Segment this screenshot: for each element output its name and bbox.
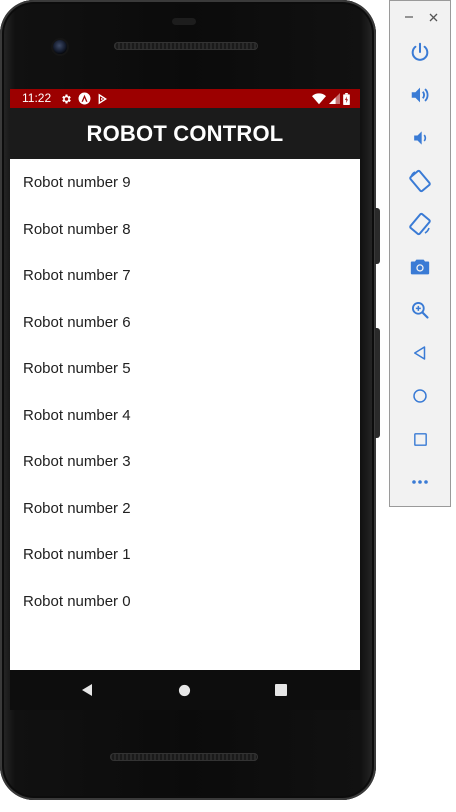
robot-list-item[interactable]: Robot number 9: [10, 159, 360, 206]
overview-button[interactable]: [406, 425, 434, 453]
minimize-icon: [405, 16, 413, 18]
status-notification-icons: [60, 91, 108, 106]
robot-list-item[interactable]: Robot number 5: [10, 345, 360, 392]
hardware-volume-rocker[interactable]: [375, 328, 380, 438]
rotate-left-button[interactable]: [406, 167, 434, 195]
battery-icon: [343, 92, 350, 105]
settings-icon: [62, 94, 71, 103]
navigation-bar: [10, 670, 360, 710]
recents-icon: [275, 684, 287, 696]
robot-list-item[interactable]: Robot number 3: [10, 438, 360, 485]
volume-down-button[interactable]: [406, 124, 434, 152]
zoom-icon: [412, 302, 429, 319]
emulator-stage: 11:22 ROBOT CONTROL Robot number 9 Robot…: [0, 0, 456, 812]
minimize-button[interactable]: [403, 10, 415, 24]
close-button[interactable]: [427, 10, 439, 24]
hardware-power-button[interactable]: [375, 208, 380, 264]
power-button[interactable]: [406, 38, 434, 66]
cell-signal-icon: [329, 93, 340, 104]
overview-icon: [413, 432, 427, 446]
volume-up-button[interactable]: [406, 81, 434, 109]
rotate-right-button[interactable]: [406, 210, 434, 238]
emulator-toolbar: [389, 0, 451, 507]
home-button[interactable]: [406, 382, 434, 410]
status-system-icons: [312, 91, 350, 106]
play-protect-icon: [98, 93, 107, 104]
front-camera: [53, 40, 67, 54]
home-icon: [178, 684, 190, 696]
robot-list-item[interactable]: Robot number 2: [10, 485, 360, 532]
back-icon: [82, 684, 92, 696]
zoom-button[interactable]: [406, 296, 434, 324]
bottom-speaker-grille: [110, 753, 258, 761]
status-bar: 11:22: [10, 89, 360, 108]
nav-home-button[interactable]: [174, 680, 194, 700]
more-button[interactable]: [406, 468, 434, 496]
top-speaker-grille: [114, 42, 258, 50]
status-time: 11:22: [22, 91, 52, 105]
back-icon: [414, 346, 426, 360]
robot-list: Robot number 9 Robot number 8 Robot numb…: [10, 159, 360, 624]
power-icon: [411, 42, 429, 61]
emulator-window-controls: [390, 10, 452, 26]
close-icon: [429, 13, 437, 21]
android-auto-icon: [78, 92, 91, 105]
robot-list-item[interactable]: Robot number 1: [10, 531, 360, 578]
robot-list-item[interactable]: Robot number 6: [10, 299, 360, 346]
screenshot-button[interactable]: [406, 253, 434, 281]
earpiece: [172, 18, 196, 25]
app-bar: ROBOT CONTROL: [10, 108, 360, 159]
volume-down-icon: [414, 131, 427, 145]
device-screen: 11:22 ROBOT CONTROL Robot number 9 Robot…: [10, 89, 360, 670]
volume-up-icon: [411, 87, 429, 103]
robot-list-item[interactable]: Robot number 4: [10, 392, 360, 439]
rotate-right-icon: [409, 212, 431, 236]
nav-back-button[interactable]: [77, 680, 97, 700]
more-icon: [412, 480, 428, 484]
back-button[interactable]: [406, 339, 434, 367]
wifi-icon: [312, 92, 326, 104]
camera-icon: [410, 259, 430, 275]
app-title: ROBOT CONTROL: [86, 120, 284, 146]
robot-list-item[interactable]: Robot number 0: [10, 578, 360, 625]
home-icon: [413, 389, 427, 403]
nav-recents-button[interactable]: [271, 680, 291, 700]
rotate-left-icon: [409, 169, 431, 193]
robot-list-item[interactable]: Robot number 7: [10, 252, 360, 299]
robot-list-item[interactable]: Robot number 8: [10, 206, 360, 253]
